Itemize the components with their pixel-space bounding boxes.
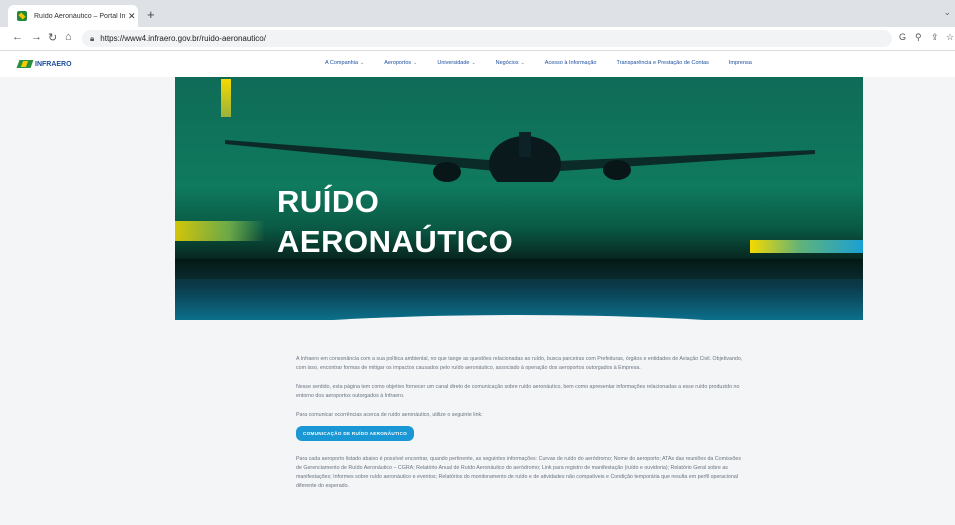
- hero-title: RUÍDO AERONAÚTICO: [277, 182, 513, 262]
- decor-left-strip: [175, 221, 265, 241]
- forward-arrow-icon[interactable]: →: [31, 31, 42, 43]
- lock-icon[interactable]: 🔒︎: [90, 34, 94, 44]
- purpose-paragraph: Nesse sentido, esta página tem como obje…: [296, 384, 740, 399]
- infraero-logo-icon: [16, 60, 34, 68]
- intro-paragraph: A Infraero em consonância com a sua polí…: [296, 356, 743, 371]
- new-tab-button[interactable]: +: [147, 7, 155, 22]
- browser-tab[interactable]: Ruído Aeronáutico – Portal Infra ✕: [8, 5, 138, 27]
- chevron-down-icon: ⌄: [413, 60, 418, 66]
- hero-banner: RUÍDO AERONAÚTICO: [175, 77, 863, 320]
- brazil-flag-icon: [17, 11, 27, 21]
- chevron-down-icon: ⌄: [360, 60, 365, 66]
- hero-runway: [175, 259, 863, 279]
- zoom-icon[interactable]: ⚲: [915, 32, 922, 43]
- chevron-down-icon: ⌄: [520, 60, 525, 66]
- google-translate-icon[interactable]: G: [899, 32, 906, 42]
- airplane-image: [225, 132, 815, 182]
- nav-item-aeroportos[interactable]: Aeroportos ⌄: [384, 60, 417, 66]
- main-nav: A Companhia ⌄ Aeroportos ⌄ Universidade ⌄ N…: [325, 60, 772, 66]
- chevron-down-icon: ⌄: [471, 60, 476, 66]
- nav-item-imprensa[interactable]: Imprensa: [729, 60, 752, 66]
- nav-item-negocios[interactable]: Negócios ⌄: [496, 60, 525, 66]
- nav-item-acesso-informacao[interactable]: Acesso à Informação: [545, 60, 597, 66]
- nav-item-universidade[interactable]: Universidade ⌄: [437, 60, 475, 66]
- noise-report-button[interactable]: COMUNICAÇÃO DE RUÍDO AERONÁUTICO: [296, 426, 415, 441]
- nav-item-a-companhia[interactable]: A Companhia ⌄: [325, 60, 364, 66]
- site-header: INFRAERO A Companhia ⌄ Aeroportos ⌄ Univer…: [0, 51, 955, 77]
- tab-title: Ruído Aeronáutico – Portal Infra: [34, 12, 126, 20]
- decor-yellow-strip: [221, 79, 231, 117]
- decor-right-strip: [750, 240, 863, 253]
- page-content: A Infraero em consonância com a sua polí…: [296, 355, 744, 501]
- link-instruction: Para comunicar ocorrências acerca de ruí…: [296, 412, 483, 418]
- nav-item-transparencia[interactable]: Transparência e Prestação de Contas: [616, 60, 708, 66]
- url-text[interactable]: https://www4.infraero.gov.br/ruido-aeron…: [100, 34, 266, 43]
- infraero-logo[interactable]: INFRAERO: [16, 60, 72, 68]
- home-icon[interactable]: ⌂: [65, 31, 72, 43]
- browser-tab-bar: Ruído Aeronáutico – Portal Infra ✕ + ⌄: [0, 0, 955, 27]
- bookmark-star-icon[interactable]: ☆: [946, 32, 954, 43]
- tab-search-chevron-icon[interactable]: ⌄: [943, 7, 951, 18]
- address-bar[interactable]: 🔒︎ https://www4.infraero.gov.br/ruido-ae…: [82, 30, 892, 47]
- browser-toolbar: ← → ↻ ⌂ 🔒︎ https://www4.infraero.gov.br/…: [0, 27, 955, 51]
- logo-text: INFRAERO: [35, 60, 72, 68]
- tab-close-icon[interactable]: ✕: [128, 11, 136, 22]
- share-icon[interactable]: ⇪: [931, 32, 939, 43]
- reload-icon[interactable]: ↻: [48, 31, 57, 44]
- back-arrow-icon[interactable]: ←: [12, 31, 23, 43]
- airport-info-paragraph: Para cada aeroporto listado abaixo é pos…: [296, 456, 741, 489]
- hero-title-line2: AERONAÚTICO: [277, 224, 514, 259]
- hero-title-line1: RUÍDO: [277, 184, 380, 219]
